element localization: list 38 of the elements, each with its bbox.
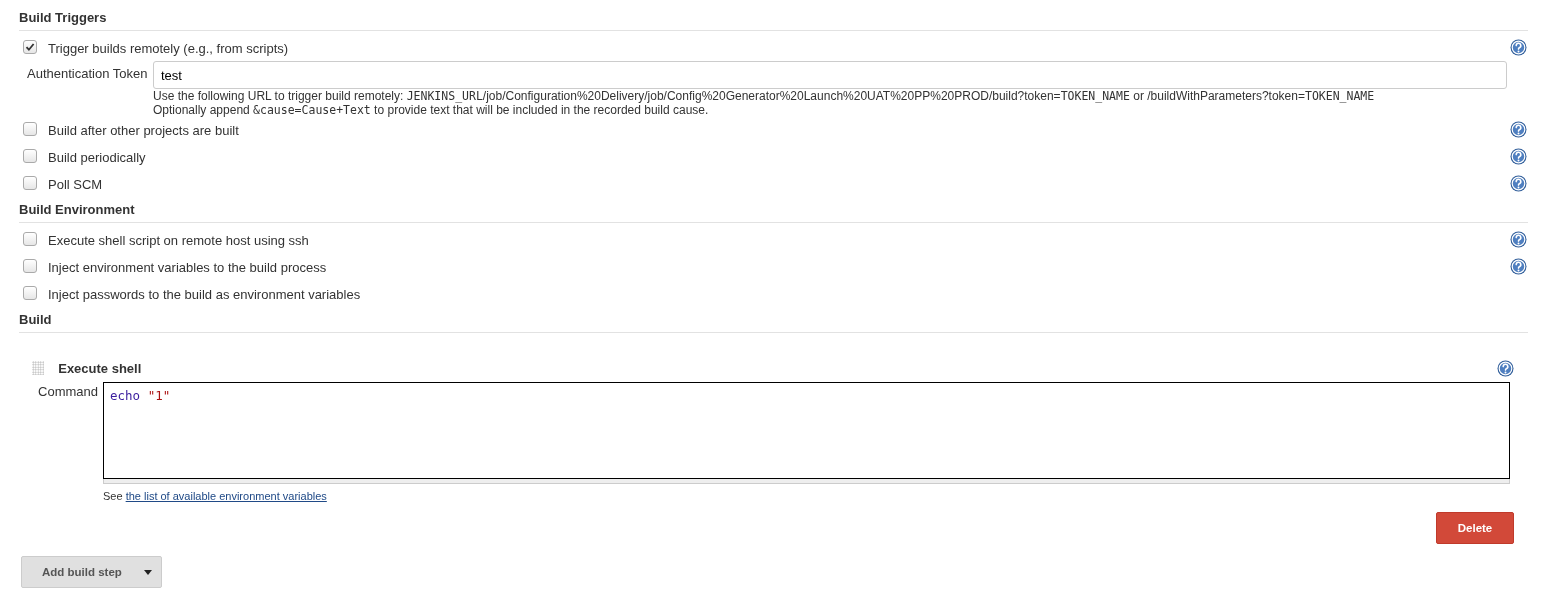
checkbox[interactable]: [23, 231, 37, 246]
drag-handle-icon[interactable]: [32, 361, 44, 375]
section-title: Build Triggers: [19, 6, 1528, 31]
help-icon[interactable]: [1510, 38, 1527, 56]
add-build-step-button[interactable]: Add build step: [21, 556, 162, 588]
option-label: Poll SCM: [48, 177, 104, 192]
option-label: Inject environment variables to the build process: [48, 260, 328, 275]
step-title: Execute shell: [58, 360, 143, 376]
help-text: Optionally append &cause=Cause+Text to provide text that will be included in the recorded build cause.: [153, 103, 710, 117]
checkbox[interactable]: [23, 175, 37, 190]
option-label: Build after other projects are built: [48, 123, 240, 138]
resize-handle[interactable]: [103, 479, 1510, 484]
checkbox[interactable]: [23, 148, 37, 163]
checkbox[interactable]: [23, 285, 37, 300]
section-title: Build: [19, 308, 1528, 333]
option-label: Trigger builds remotely (e.g., from scripts): [48, 41, 290, 56]
caret-icon: [144, 569, 152, 575]
field-label: Authentication Token: [27, 65, 149, 83]
checkbox[interactable]: [23, 39, 37, 54]
checkbox[interactable]: [23, 258, 37, 273]
help-icon[interactable]: [1510, 147, 1527, 165]
option-label: Build periodically: [48, 150, 147, 165]
option-label: Execute shell script on remote host using ssh: [48, 233, 310, 248]
field-label: Command: [37, 383, 98, 401]
help-icon[interactable]: [1510, 230, 1527, 248]
option-label: Inject passwords to the build as environment variables: [48, 287, 362, 302]
command-field[interactable]: echo "1": [103, 382, 1510, 479]
help-text: Use the following URL to trigger build remotely: JENKINS_URL/job/Configuration%20Delivery/job/Config%20Generator%20Launch%20UAT%20PP%20PROD/build?token=TOKEN_NAME or /buildWithParameters?token=TOKEN_NAME: [153, 89, 1376, 103]
section-title: Build Environment: [19, 198, 1528, 223]
token-field[interactable]: test: [153, 61, 1507, 89]
delete-button[interactable]: Delete: [1436, 512, 1514, 544]
help-icon[interactable]: [1510, 120, 1527, 138]
help-icon[interactable]: [1497, 359, 1514, 377]
help-icon[interactable]: [1510, 174, 1527, 192]
env-variables-link[interactable]: the list of available environment variables: [125, 490, 327, 502]
help-text: See the list of available environment variables: [103, 490, 328, 502]
help-icon[interactable]: [1510, 257, 1527, 275]
checkbox[interactable]: [23, 121, 37, 136]
